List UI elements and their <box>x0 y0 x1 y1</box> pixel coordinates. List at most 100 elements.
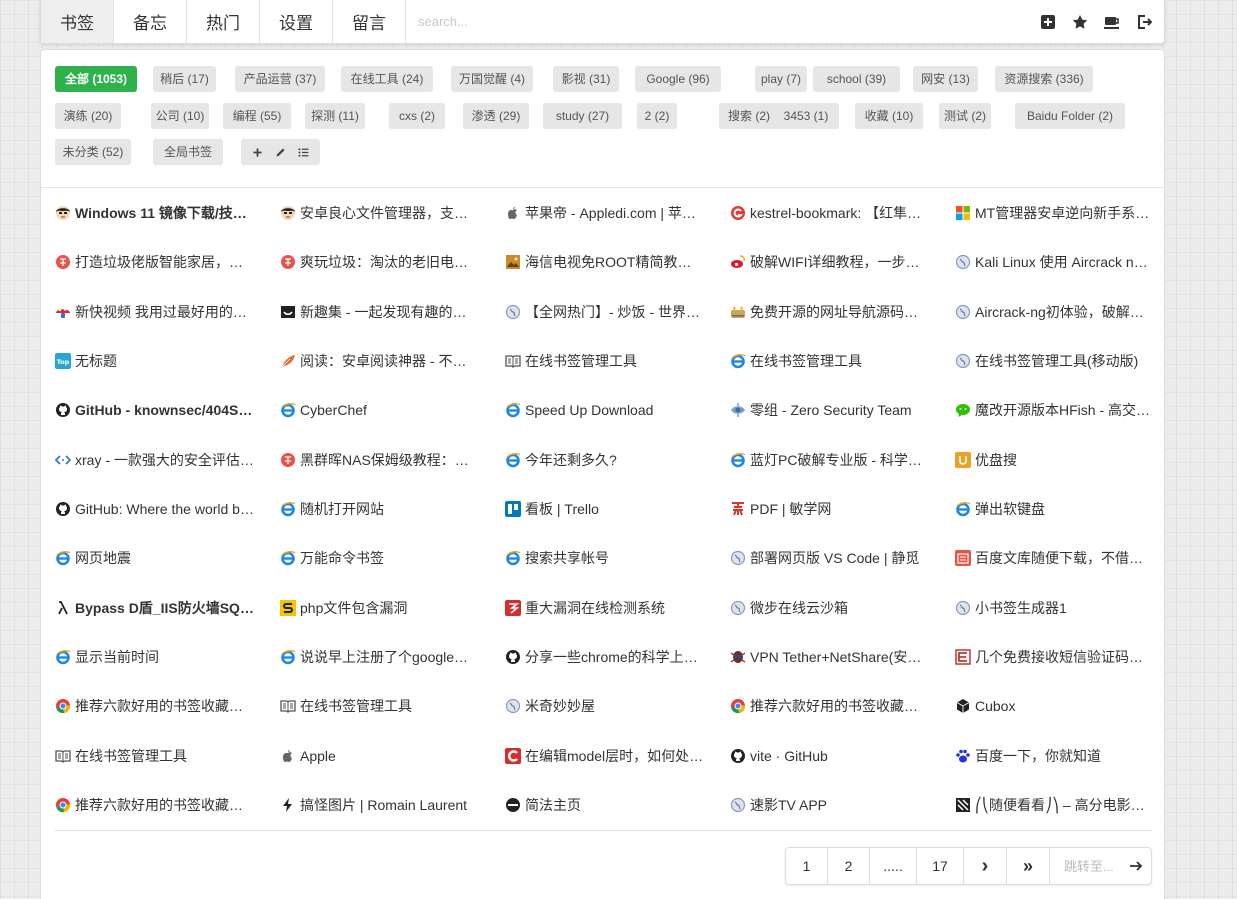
bookmark-link[interactable]: 弹出软键盘 <box>955 496 1155 522</box>
bookmark-link[interactable]: xray - 一款强大的安全评估工具 <box>55 447 255 473</box>
bookmark-link[interactable]: 黑群晖NAS保姆级教程：从零开始 <box>280 447 480 473</box>
bookmark-link[interactable]: vite · GitHub <box>730 743 930 769</box>
tag-item[interactable]: Google (96) <box>635 66 721 92</box>
tab-bookmarks[interactable]: 书签 <box>41 0 114 43</box>
star-icon[interactable] <box>1070 12 1090 32</box>
bookmark-link[interactable]: 分享一些chrome的科学上网方法 <box>505 644 705 670</box>
tag-item[interactable]: 稍后 (17) <box>153 66 216 92</box>
pencil-icon[interactable] <box>274 146 287 159</box>
bookmark-link[interactable]: MT管理器安卓逆向新手系列教程 <box>955 200 1155 226</box>
bookmark-link[interactable]: Bypass D盾_IIS防火墙SQL注入 <box>55 595 255 621</box>
page-1[interactable]: 1 <box>786 848 828 884</box>
bookmark-link[interactable]: VPN Tether+NetShare(安卓热点) <box>730 644 930 670</box>
bookmark-link[interactable]: 网页地震 <box>55 545 255 571</box>
bookmark-link[interactable]: 免费开源的网址导航源码分享 <box>730 299 930 325</box>
tag-item[interactable]: 2 (2) <box>637 103 677 129</box>
bookmark-link[interactable]: 几个免费接收短信验证码的网站 <box>955 644 1155 670</box>
bookmark-link[interactable]: kestrel-bookmark: 【红隼书签】 <box>730 200 930 226</box>
bookmark-link[interactable]: 显示当前时间 <box>55 644 255 670</box>
bookmark-link[interactable]: 在线书签管理工具 <box>505 348 705 374</box>
tag-item[interactable]: 资源搜索 (336) <box>995 66 1093 92</box>
bookmark-link[interactable]: 推荐六款好用的书签收藏管理工具 <box>55 792 255 818</box>
coffee-cup-icon[interactable] <box>1102 12 1122 32</box>
bookmark-link[interactable]: 【全网热门】- 炒饭 - 世界热点 <box>505 299 705 325</box>
bookmark-link[interactable]: 新趣集 - 一起发现有趣的产品 <box>280 299 480 325</box>
bookmark-link[interactable]: 看板 | Trello <box>505 496 705 522</box>
bookmark-link[interactable]: 在线书签管理工具 <box>280 693 480 719</box>
bookmark-link[interactable]: Kali Linux 使用 Aircrack ng 破解 <box>955 249 1155 275</box>
tag-item[interactable]: 在线工具 (24) <box>341 66 433 92</box>
list-icon[interactable] <box>297 146 310 159</box>
tag-item[interactable]: cxs (2) <box>389 103 445 129</box>
tag-item[interactable]: 影视 (31) <box>553 66 619 92</box>
bookmark-link[interactable]: 简法主页 <box>505 792 705 818</box>
tag-item[interactable]: 产品运营 (37) <box>235 66 325 92</box>
bookmark-link[interactable]: 今年还剩多久? <box>505 447 705 473</box>
tab-hot[interactable]: 热门 <box>187 0 260 43</box>
bookmark-link[interactable]: Cubox <box>955 693 1155 719</box>
bookmark-link[interactable]: 万能命令书签 <box>280 545 480 571</box>
plus-square-icon[interactable] <box>1038 12 1058 32</box>
bookmark-link[interactable]: 说说早上注册了个google账号 <box>280 644 480 670</box>
bookmark-link[interactable]: 百度一下，你就知道 <box>955 743 1155 769</box>
tag-item[interactable]: study (27) <box>543 103 622 129</box>
bookmark-link[interactable]: 零组 - Zero Security Team <box>730 397 930 423</box>
bookmark-link[interactable]: 优盘搜 <box>955 447 1155 473</box>
bookmark-link[interactable]: Aircrack-ng初体验，破解WIFI <box>955 299 1155 325</box>
tag-item[interactable]: play (7) <box>755 66 807 92</box>
bookmark-link[interactable]: Top 无标题 <box>55 348 255 374</box>
bookmark-link[interactable]: 米奇妙妙屋 <box>505 693 705 719</box>
tag-item[interactable]: 全局书签 <box>153 139 223 165</box>
tag-item[interactable]: 公司 (10) <box>151 103 209 129</box>
bookmark-link[interactable]: PDF | 敏学网 <box>730 496 930 522</box>
bookmark-link[interactable]: 破解WIFI详细教程，一步一步教你 <box>730 249 930 275</box>
bookmark-link[interactable]: 阅读：安卓阅读神器 - 不可错过 <box>280 348 480 374</box>
tag-item[interactable]: 编程 (55) <box>223 103 291 129</box>
tag-item[interactable]: 测试 (2) <box>939 103 991 129</box>
bookmark-link[interactable]: GitHub: Where the world builds <box>55 496 255 522</box>
bookmark-link[interactable]: 在线书签管理工具(移动版) <box>955 348 1155 374</box>
bookmark-link[interactable]: 小书签生成器1 <box>955 595 1155 621</box>
bookmark-link[interactable]: 部署网页版 VS Code | 静觅 <box>730 545 930 571</box>
bookmark-link[interactable]: 在线书签管理工具 <box>730 348 930 374</box>
tag-item[interactable]: 3453 (1) <box>773 103 839 129</box>
last-page-button[interactable]: » <box>1007 848 1050 884</box>
tag-item[interactable]: 未分类 (52) <box>55 139 131 165</box>
tag-item[interactable]: 搜索 (2) <box>719 103 779 129</box>
tag-item[interactable]: 渗透 (29) <box>463 103 529 129</box>
bookmark-link[interactable]: 安卓良心文件管理器，支持多种功能 <box>280 200 480 226</box>
tag-item[interactable]: Baidu Folder (2) <box>1015 103 1125 129</box>
tag-item[interactable]: 收藏 (10) <box>855 103 923 129</box>
go-arrow-icon[interactable] <box>1126 859 1146 873</box>
tag-item[interactable]: 万国觉醒 (4) <box>451 66 533 92</box>
bookmark-link[interactable]: 在编辑model层时，如何处理数据 <box>505 743 705 769</box>
bookmark-link[interactable]: 海信电视免ROOT精简教程分享 <box>505 249 705 275</box>
bookmark-link[interactable]: Apple <box>280 743 480 769</box>
bookmark-link[interactable]: 重大漏洞在线检测系统 <box>505 595 705 621</box>
sign-out-icon[interactable] <box>1134 12 1154 32</box>
search-input[interactable] <box>418 14 718 29</box>
bookmark-link[interactable]: 随机打开网站 <box>280 496 480 522</box>
bookmark-link[interactable]: 搜索共享帐号 <box>505 545 705 571</box>
tab-settings[interactable]: 设置 <box>260 0 333 43</box>
bookmark-link[interactable]: php文件包含漏洞 <box>280 595 480 621</box>
jump-page-input[interactable] <box>1064 858 1126 874</box>
bookmark-link[interactable]: 在线书签管理工具 <box>55 743 255 769</box>
tab-message[interactable]: 留言 <box>333 0 406 43</box>
bookmark-link[interactable]: 推荐六款好用的书签收藏管理工具 <box>730 693 930 719</box>
bookmark-link[interactable]: 百度文库随便下载，不借助工具 <box>955 545 1155 571</box>
tag-item[interactable]: 网安 (13) <box>913 66 978 92</box>
bookmark-link[interactable]: Windows 11 镜像下载/技术预览版 <box>55 200 255 226</box>
bookmark-link[interactable]: 速影TV APP <box>730 792 930 818</box>
bookmark-link[interactable]: 爽玩垃圾：淘汰的老旧电脑改造 <box>280 249 480 275</box>
bookmark-link[interactable]: 搞怪图片 | Romain Laurent <box>280 792 480 818</box>
bookmark-link[interactable]: 推荐六款好用的书签收藏管理工具 <box>55 693 255 719</box>
bookmark-link[interactable]: 蓝灯PC破解专业版 - 科学上网 <box>730 447 930 473</box>
tab-memo[interactable]: 备忘 <box>114 0 187 43</box>
bookmark-link[interactable]: GitHub - knownsec/404StarLink <box>55 397 255 423</box>
bookmark-link[interactable]: CyberChef <box>280 397 480 423</box>
page-17[interactable]: 17 <box>917 848 964 884</box>
bookmark-link[interactable]: Speed Up Download <box>505 397 705 423</box>
tag-item[interactable]: school (39) <box>813 66 900 92</box>
bookmark-link[interactable]: 魔改开源版本HFish - 高交互蜜罐 <box>955 397 1155 423</box>
